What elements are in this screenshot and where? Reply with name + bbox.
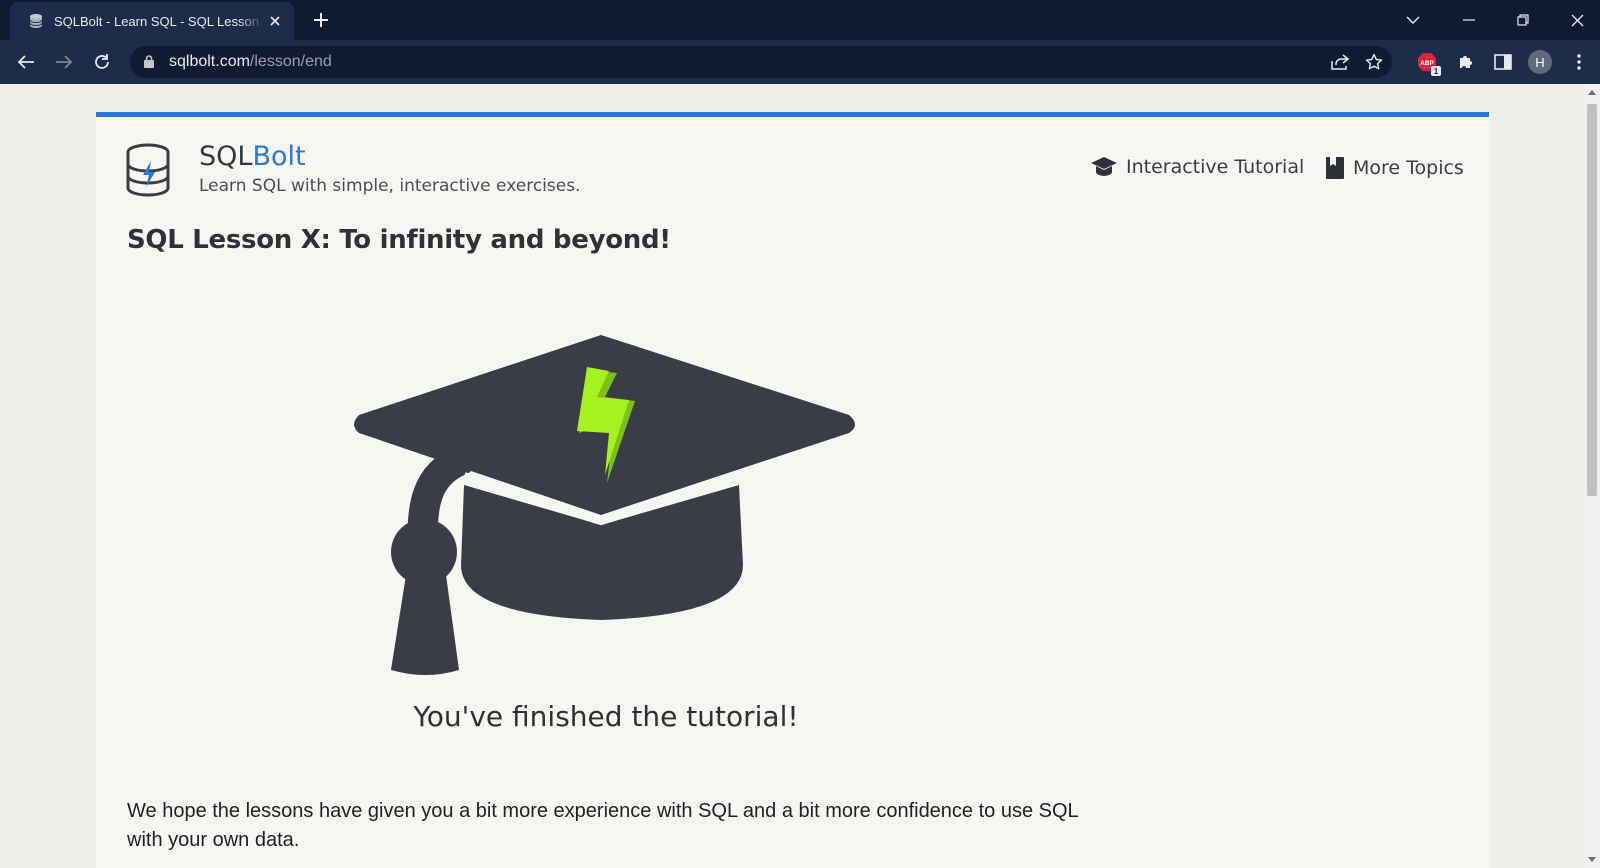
bookmark-star-icon[interactable] (1364, 52, 1384, 72)
browser-titlebar: SQLBolt - Learn SQL - SQL Lesson X: To i… (0, 0, 1600, 40)
puzzle-extensions-icon[interactable] (1455, 51, 1477, 73)
window-close-icon[interactable] (1565, 8, 1589, 32)
back-arrow-icon[interactable] (14, 50, 38, 74)
reload-icon[interactable] (90, 50, 114, 74)
nav-more-topics[interactable]: More Topics (1325, 156, 1464, 180)
profile-avatar[interactable]: H (1528, 50, 1552, 74)
sqlbolt-logo-icon[interactable] (124, 143, 172, 197)
scroll-up-arrow-icon[interactable] (1587, 88, 1597, 96)
tab-search-icon[interactable] (1401, 8, 1425, 32)
nav-interactive-tutorial[interactable]: Interactive Tutorial (1090, 156, 1304, 178)
extension-badge: 1 (1431, 66, 1441, 76)
share-icon[interactable] (1330, 52, 1350, 72)
content-card: SQLBolt Learn SQL with simple, interacti… (96, 112, 1489, 868)
nav-topics-label: More Topics (1353, 157, 1464, 179)
site-brand[interactable]: SQLBolt (199, 141, 306, 172)
side-panel-icon[interactable] (1492, 51, 1514, 73)
browser-tab[interactable]: SQLBolt - Learn SQL - SQL Lesson X: To i… (10, 2, 294, 40)
restore-icon[interactable] (1511, 8, 1535, 32)
minimize-icon[interactable] (1457, 8, 1481, 32)
closing-paragraph: We hope the lessons have given you a bit… (127, 800, 1078, 851)
browser-toolbar: sqlbolt.com/lesson/end ABP 1 H (0, 40, 1600, 84)
new-tab-button[interactable] (311, 10, 331, 30)
lock-icon[interactable] (144, 55, 154, 73)
graduation-cap-icon (1091, 157, 1117, 176)
address-bar[interactable]: sqlbolt.com/lesson/end (130, 46, 1392, 78)
url-text[interactable]: sqlbolt.com/lesson/end (169, 53, 332, 71)
nav-tutorial-label: Interactive Tutorial (1126, 156, 1305, 178)
menu-kebab-icon[interactable] (1568, 51, 1590, 73)
page-viewport: SQLBolt Learn SQL with simple, interacti… (0, 84, 1584, 868)
close-icon[interactable] (266, 12, 284, 30)
scrollbar-thumb[interactable] (1587, 104, 1597, 496)
book-icon (1326, 157, 1344, 179)
page-scrollbar[interactable] (1584, 84, 1600, 868)
forward-arrow-icon[interactable] (52, 50, 76, 74)
graduation-cap-illustration (351, 335, 861, 685)
scroll-down-arrow-icon[interactable] (1587, 856, 1597, 864)
site-tagline: Learn SQL with simple, interactive exerc… (199, 176, 581, 196)
lesson-title: SQL Lesson X: To infinity and beyond! (127, 225, 671, 255)
adblock-extension-icon[interactable]: ABP 1 (1416, 51, 1441, 76)
tab-title: SQLBolt - Learn SQL - SQL Lesson X: To i… (54, 13, 264, 29)
database-icon (28, 13, 44, 29)
finished-message: You've finished the tutorial! (413, 700, 799, 733)
